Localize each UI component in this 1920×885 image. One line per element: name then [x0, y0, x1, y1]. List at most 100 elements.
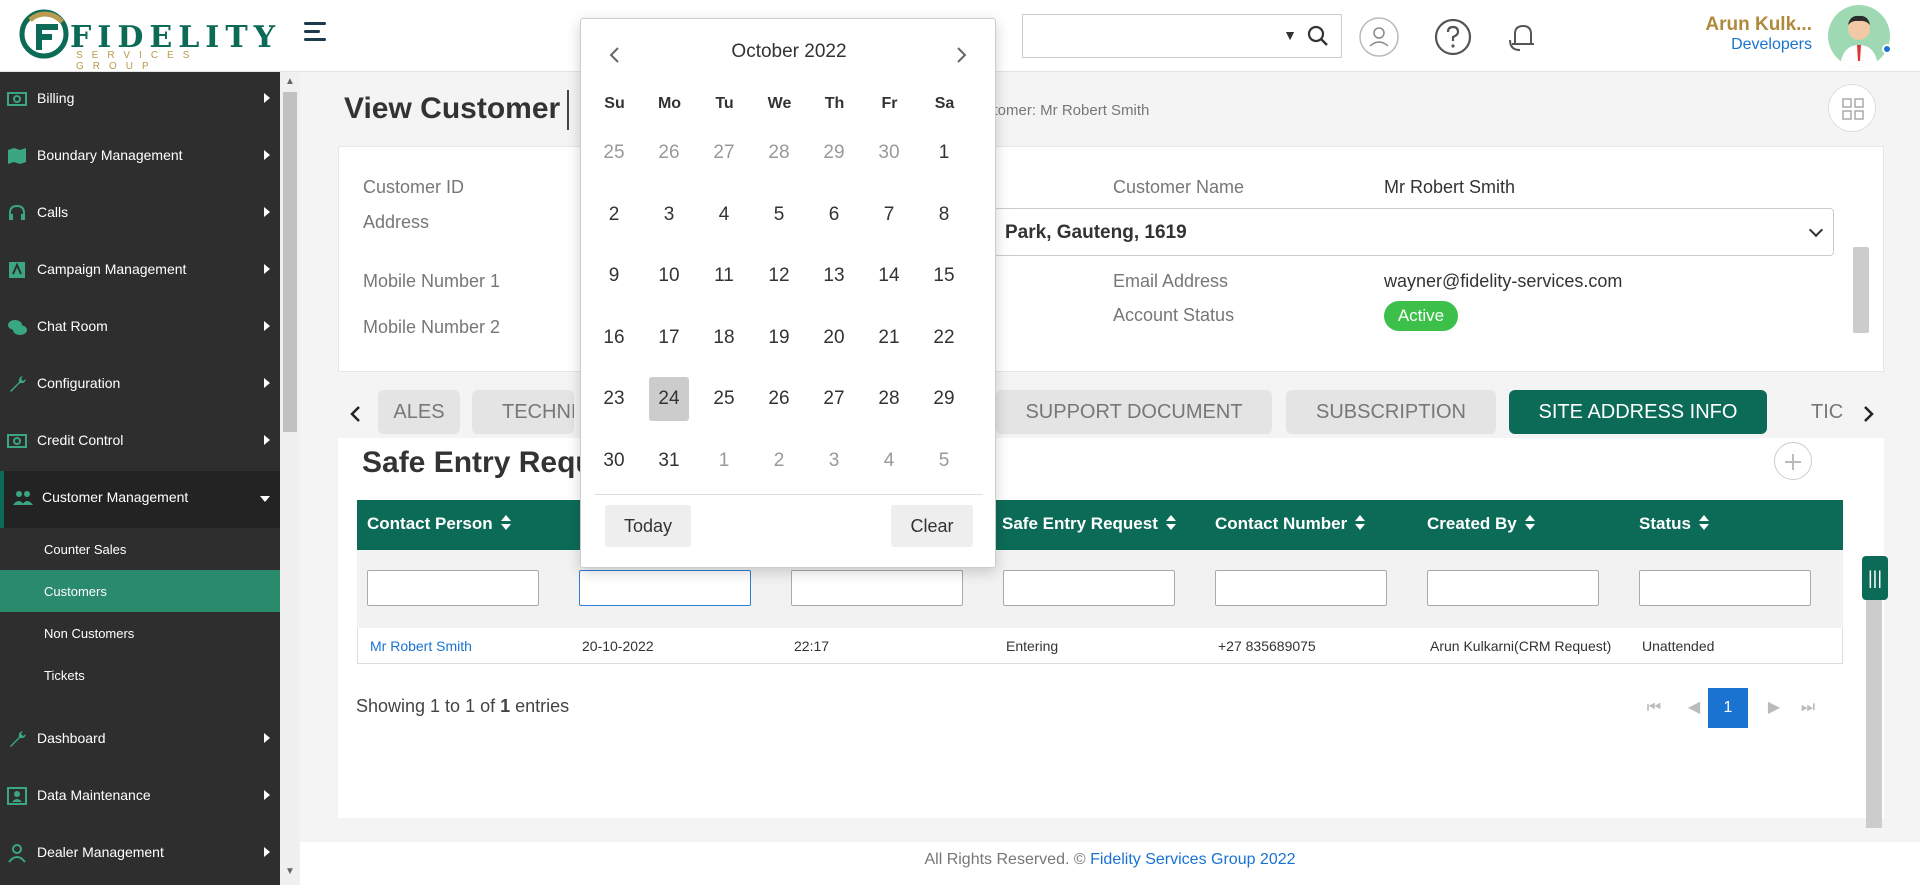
- column-header-created-by[interactable]: Created By: [1427, 514, 1535, 534]
- calendar-day[interactable]: 2: [759, 439, 799, 483]
- column-header-safe-entry-request[interactable]: Safe Entry Request: [1002, 514, 1176, 534]
- global-search[interactable]: ▼: [1022, 14, 1342, 58]
- calendar-day[interactable]: 11: [704, 254, 744, 298]
- calendar-day[interactable]: 22: [924, 316, 964, 360]
- notification-bell-icon[interactable]: [1502, 16, 1544, 58]
- calendar-day[interactable]: 26: [759, 377, 799, 421]
- sidebar-scroll-thumb[interactable]: [283, 92, 297, 432]
- last-page-icon[interactable]: ⏭: [1790, 688, 1826, 728]
- calendar-day[interactable]: 6: [814, 193, 854, 237]
- previous-page-icon[interactable]: ◀: [1676, 688, 1712, 728]
- calendar-day[interactable]: 28: [869, 377, 909, 421]
- selected-day[interactable]: 24: [649, 377, 689, 421]
- next-page-icon[interactable]: ▶: [1756, 688, 1792, 728]
- calendar-day[interactable]: 10: [649, 254, 689, 298]
- calendar-day[interactable]: 29: [814, 131, 854, 175]
- calendar-day[interactable]: 8: [924, 193, 964, 237]
- tab-subscription[interactable]: SUBSCRIPTION: [1286, 390, 1496, 434]
- scroll-down-icon[interactable]: ▼: [285, 866, 295, 877]
- tab-site-address-info[interactable]: SITE ADDRESS INFO: [1509, 390, 1767, 434]
- table-row[interactable]: Mr Robert Smith 20-10-2022 22:17 Enterin…: [357, 628, 1843, 664]
- calendar-day[interactable]: 25: [594, 131, 634, 175]
- sort-icon[interactable]: [1165, 515, 1176, 531]
- tab-sales[interactable]: ALES: [378, 390, 460, 434]
- filter-time[interactable]: [791, 570, 963, 606]
- sidebar-item-calls[interactable]: Calls: [0, 186, 280, 243]
- calendar-day[interactable]: 27: [704, 131, 744, 175]
- calendar-day[interactable]: 3: [814, 439, 854, 483]
- calendar-day[interactable]: 19: [759, 316, 799, 360]
- user-name[interactable]: Arun Kulk...: [1705, 14, 1812, 36]
- filter-date[interactable]: [579, 570, 751, 606]
- sidebar-item-dashboard[interactable]: Dashboard: [0, 712, 280, 769]
- clear-button[interactable]: Clear: [891, 505, 973, 547]
- agent-icon[interactable]: [1358, 16, 1400, 58]
- calendar-day[interactable]: 2: [594, 193, 634, 237]
- calendar-day[interactable]: 28: [759, 131, 799, 175]
- help-icon[interactable]: [1432, 16, 1474, 58]
- add-button[interactable]: [1774, 442, 1812, 480]
- calendar-day[interactable]: 16: [594, 316, 634, 360]
- sort-icon[interactable]: [1524, 515, 1535, 531]
- tab-tickets[interactable]: TIC: [1781, 390, 1855, 434]
- sort-icon[interactable]: [1355, 515, 1366, 531]
- sort-icon[interactable]: [500, 515, 511, 531]
- sidebar-item-billing[interactable]: Billing: [0, 72, 280, 129]
- sidebar-subitem-customers[interactable]: Customers: [0, 570, 280, 612]
- tab-support-document[interactable]: SUPPORT DOCUMENT: [996, 390, 1272, 434]
- filter-contact-number[interactable]: [1215, 570, 1387, 606]
- calendar-day[interactable]: 1: [924, 131, 964, 175]
- column-header-contact-number[interactable]: Contact Number: [1215, 514, 1366, 534]
- grid-view-button[interactable]: [1828, 84, 1876, 132]
- sidebar-item-credit-control[interactable]: Credit Control: [0, 414, 280, 471]
- content-scrollbar[interactable]: [1866, 572, 1882, 828]
- tab-scroll-right-icon[interactable]: [1858, 402, 1878, 426]
- sidebar-item-boundary-management[interactable]: Boundary Management: [0, 129, 280, 186]
- fidelity-logo[interactable]: FIDELITY SERVICES GROUP: [18, 6, 275, 72]
- tab-scroll-left-icon[interactable]: [346, 402, 366, 426]
- calendar-day[interactable]: 26: [649, 131, 689, 175]
- sort-icon[interactable]: [1698, 515, 1709, 531]
- calendar-day[interactable]: 14: [869, 254, 909, 298]
- filter-contact-person[interactable]: [367, 570, 539, 606]
- next-month-icon[interactable]: [949, 43, 973, 67]
- calendar-day[interactable]: 13: [814, 254, 854, 298]
- avatar[interactable]: [1828, 5, 1890, 67]
- calendar-day[interactable]: 12: [759, 254, 799, 298]
- calendar-day[interactable]: 27: [814, 377, 854, 421]
- sidebar-item-customer-management[interactable]: Customer Management: [0, 471, 280, 528]
- calendar-day[interactable]: 21: [869, 316, 909, 360]
- calendar-day[interactable]: 5: [924, 439, 964, 483]
- calendar-day[interactable]: 1: [704, 439, 744, 483]
- tab-technical[interactable]: TECHNI: [472, 390, 574, 434]
- sidebar-item-configuration[interactable]: Configuration: [0, 357, 280, 414]
- filter-safe-entry-request[interactable]: [1003, 570, 1175, 606]
- calendar-day[interactable]: 9: [594, 254, 634, 298]
- footer-link[interactable]: Fidelity Services Group 2022: [1090, 851, 1295, 868]
- sidebar-item-dealer-management[interactable]: Dealer Management: [0, 826, 280, 883]
- calendar-day[interactable]: 3: [649, 193, 689, 237]
- sidebar-item-chat-room[interactable]: Chat Room: [0, 300, 280, 357]
- calendar-day[interactable]: 15: [924, 254, 964, 298]
- scroll-up-icon[interactable]: ▲: [285, 76, 295, 87]
- menu-toggle-icon[interactable]: [304, 22, 326, 44]
- sidebar-item-data-maintenance[interactable]: Data Maintenance: [0, 769, 280, 826]
- address-select[interactable]: Park, Gauteng, 1619: [994, 208, 1834, 256]
- calendar-day[interactable]: 25: [704, 377, 744, 421]
- calendar-day[interactable]: 30: [869, 131, 909, 175]
- calendar-day[interactable]: 31: [649, 439, 689, 483]
- info-scrollbar[interactable]: [1853, 247, 1869, 333]
- column-header-contact-person[interactable]: Contact Person: [367, 514, 511, 534]
- filter-created-by[interactable]: [1427, 570, 1599, 606]
- today-button[interactable]: Today: [605, 505, 691, 547]
- sidebar-subitem-non-customers[interactable]: Non Customers: [0, 612, 280, 654]
- calendar-day[interactable]: 7: [869, 193, 909, 237]
- calendar-day[interactable]: 5: [759, 193, 799, 237]
- calendar-day[interactable]: 17: [649, 316, 689, 360]
- calendar-day[interactable]: 30: [594, 439, 634, 483]
- cell-contact-person[interactable]: Mr Robert Smith: [370, 638, 472, 654]
- calendar-day[interactable]: 4: [704, 193, 744, 237]
- search-icon[interactable]: [1307, 25, 1329, 47]
- search-dropdown-icon[interactable]: ▼: [1283, 27, 1297, 43]
- first-page-icon[interactable]: ⏮: [1636, 688, 1672, 728]
